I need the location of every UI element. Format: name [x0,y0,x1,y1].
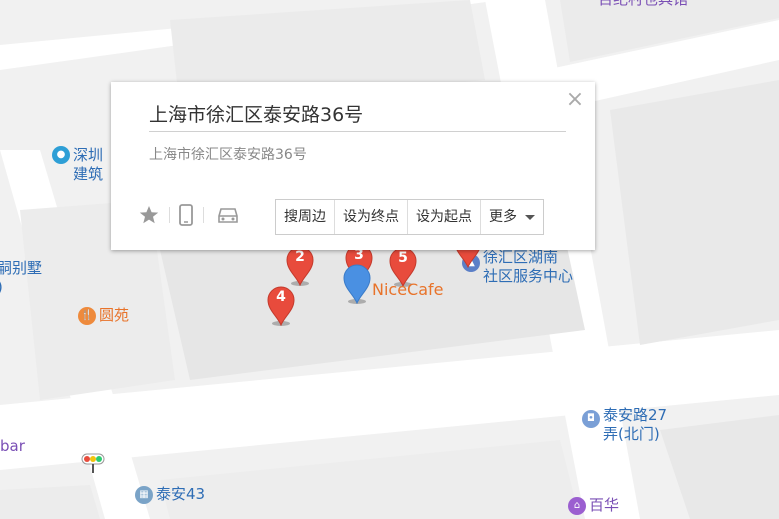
poi-taian43-label: 泰安43 [156,485,206,503]
search-nearby-button[interactable]: 搜周边 [276,200,335,234]
food-icon: 🍴 [78,306,96,325]
marker-4-number: 4 [276,289,286,305]
phone-icon[interactable] [178,204,194,226]
popup-address: 上海市徐汇区泰安路36号 [149,147,307,163]
set-destination-button[interactable]: 设为终点 [335,200,408,234]
poi-top-right[interactable]: 百纪村也具馆 [598,0,688,9]
poi-yuanyuan[interactable]: 🍴 圆苑 [78,306,129,325]
poi-taianlu27[interactable]: ◘ 泰安路27 弄(北门) [582,406,667,444]
poi-bar[interactable]: bar [0,437,25,456]
residential-icon: ▦ [135,485,153,504]
location-popup: 上海市徐汇区泰安路36号 上海市徐汇区泰安路36号 × 搜周边 设为终点 设为起… [111,82,595,250]
shopping-icon: ⌂ [568,496,586,515]
poi-baihua[interactable]: ⌂ 百华 [568,496,619,515]
tool-divider [203,207,204,223]
poi-villa-label: 嗣别墅 ) [0,259,43,296]
location-pin-icon [343,264,371,304]
tool-divider [169,207,170,223]
poi-yuanyuan-label: 圆苑 [99,306,130,324]
traffic-light-icon [81,453,105,473]
more-dropdown-button[interactable]: 更多 [481,200,543,234]
poi-top-right-label: 百纪村也具馆 [598,0,688,8]
building-block [0,485,100,519]
poi-villa[interactable]: 嗣别墅 ) [0,259,42,297]
poi-nicecafe[interactable]: NiceCafe [372,279,444,299]
poi-bar-label: bar [0,437,25,455]
popup-divider [149,131,566,132]
more-label: 更多 [489,209,517,225]
poi-baihua-label: 百华 [589,496,620,514]
poi-nicecafe-label: NiceCafe [372,280,444,299]
poi-taian43[interactable]: ▦ 泰安43 [135,485,205,504]
poi-xuhui-center-label: 徐汇区湖南 社区服务中心 [483,248,574,285]
marker-2-number: 2 [295,249,305,265]
poi-blue-icon: ● [52,146,70,164]
popup-title: 上海市徐汇区泰安路36号 [149,104,364,126]
poi-taianlu27-label: 泰安路27 弄(北门) [603,406,668,443]
star-icon[interactable] [138,204,160,226]
popup-action-group: 搜周边 设为终点 设为起点 更多 [275,199,544,235]
marker-5-number: 5 [398,250,408,266]
close-icon[interactable]: × [565,89,585,111]
poi-shenzhen[interactable]: ● 深圳 建筑 [52,146,103,184]
building-block [610,80,779,345]
chevron-down-icon [525,214,535,220]
car-icon[interactable] [216,204,240,226]
poi-shenzhen-label: 深圳 建筑 [73,146,104,183]
set-origin-button[interactable]: 设为起点 [408,200,481,234]
gate-icon: ◘ [582,410,600,428]
